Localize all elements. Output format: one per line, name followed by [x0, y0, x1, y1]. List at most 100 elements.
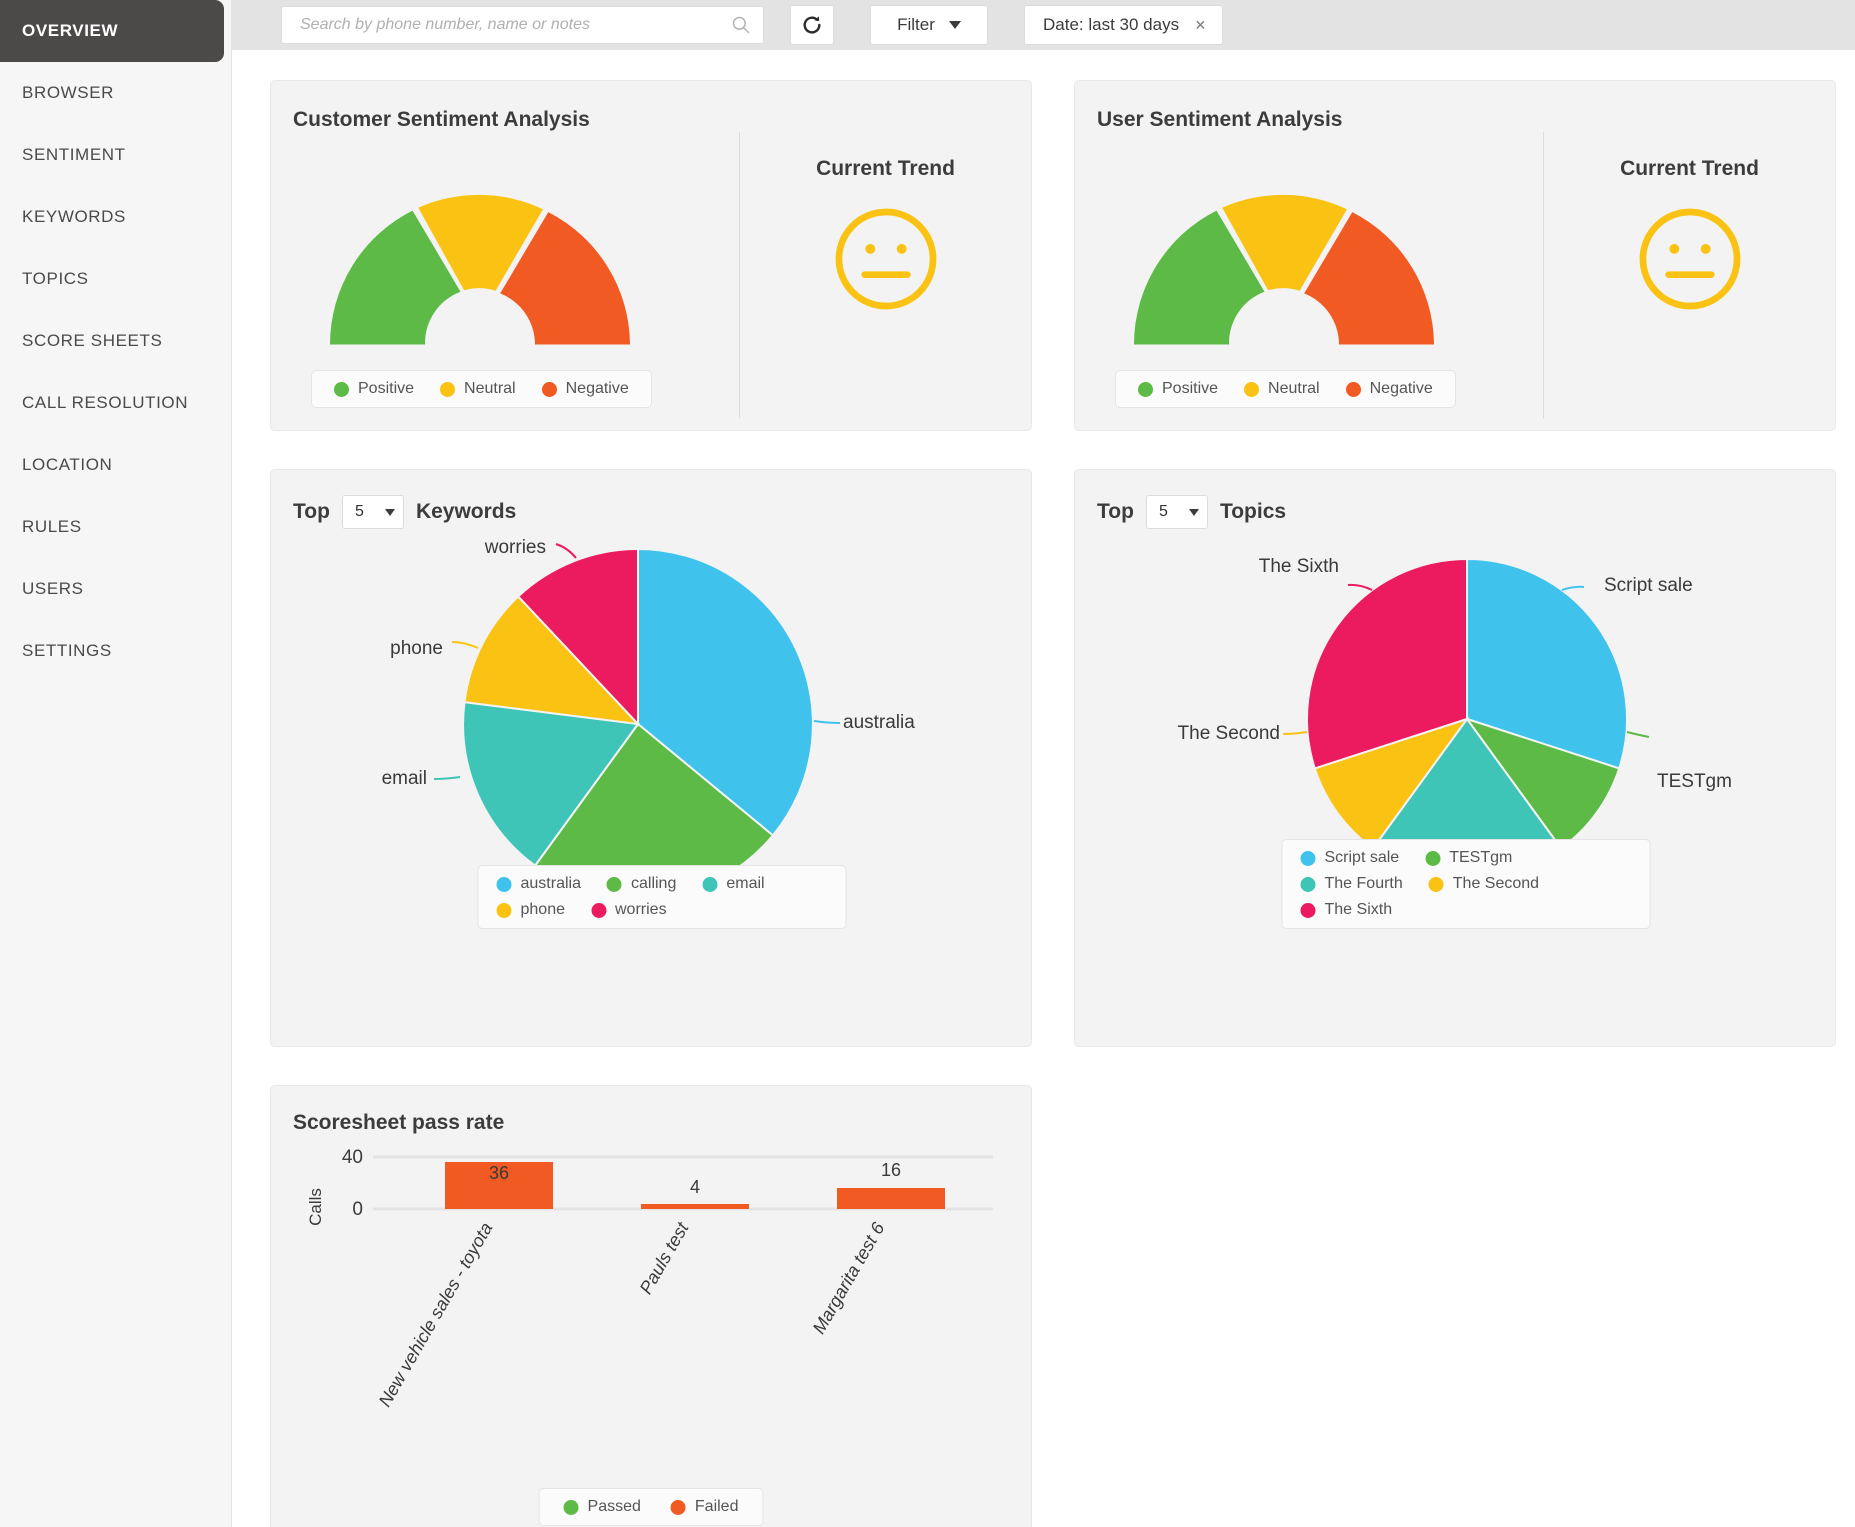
legend-item[interactable]: The Fourth [1301, 875, 1403, 893]
sidebar-item-sentiment[interactable]: SENTIMENT [0, 124, 231, 186]
pie-label-testgm: TESTgm [1657, 771, 1732, 792]
legend-item[interactable]: calling [607, 875, 676, 893]
keywords-top-n-select[interactable]: 5 [342, 495, 404, 529]
top-suffix-label: Topics [1220, 500, 1286, 524]
sidebar-item-label: KEYWORDS [22, 207, 126, 227]
sidebar-item-users[interactable]: USERS [0, 558, 231, 620]
y-axis-label: Calls [306, 1188, 325, 1226]
page-title: Scoresheet pass rate [293, 1111, 1031, 1135]
pie-label-worries: worries [484, 537, 546, 558]
top-keywords-legend: australia calling email phone worries [478, 865, 847, 929]
legend-label: The Fourth [1325, 875, 1403, 893]
sidebar-item-score-sheets[interactable]: SCORE SHEETS [0, 310, 231, 372]
layout-spacer [1074, 1085, 1836, 1527]
legend-item[interactable]: TESTgm [1425, 849, 1512, 867]
legend-item[interactable]: Passed [564, 1498, 641, 1516]
refresh-icon [801, 14, 823, 36]
sidebar-item-browser[interactable]: BROWSER [0, 62, 231, 124]
bar-value-label: 4 [690, 1177, 700, 1197]
search-box[interactable] [281, 6, 764, 44]
refresh-button[interactable] [790, 5, 834, 45]
bar-value-label: 16 [881, 1160, 901, 1180]
legend-item[interactable]: australia [497, 875, 581, 893]
pie-label-email: email [382, 768, 427, 789]
legend-item[interactable]: Neutral [440, 380, 516, 398]
legend-label: Positive [1162, 380, 1218, 398]
top-topics-legend: Script sale TESTgm The Fourth The Second… [1282, 839, 1651, 929]
legend-item[interactable]: Script sale [1301, 849, 1400, 867]
y-tick-0: 0 [352, 1199, 363, 1220]
close-icon[interactable]: × [1195, 16, 1206, 34]
legend-dot-negative [542, 382, 557, 397]
legend-label: The Second [1453, 875, 1539, 893]
topics-top-n-select[interactable]: 5 [1146, 495, 1208, 529]
sidebar-item-keywords[interactable]: KEYWORDS [0, 186, 231, 248]
legend-item[interactable]: Failed [671, 1498, 739, 1516]
sidebar-item-settings[interactable]: SETTINGS [0, 620, 231, 682]
legend-dot-testgm [1425, 851, 1440, 866]
bar-margarita-test-6[interactable] [837, 1188, 945, 1209]
sidebar-item-label: SCORE SHEETS [22, 331, 162, 351]
legend-item[interactable]: Positive [334, 380, 414, 398]
pie-label-script-sale: Script sale [1604, 575, 1693, 596]
sidebar-item-label: OVERVIEW [22, 21, 118, 41]
legend-dot-neutral [1244, 382, 1259, 397]
main-area: Filter Date: last 30 days × Customer Sen… [232, 0, 1855, 1527]
top-keywords-pie-wrap: australia calling email phone worries au… [293, 529, 1031, 949]
sidebar-item-overview[interactable]: OVERVIEW [0, 0, 224, 62]
trend-title: Current Trend [1620, 157, 1759, 181]
pie-label-phone: phone [390, 638, 443, 659]
legend-item[interactable]: email [702, 875, 764, 893]
y-tick-40: 40 [342, 1147, 363, 1168]
toolbar: Filter Date: last 30 days × [232, 0, 1855, 50]
gauge-chart [315, 172, 645, 352]
topics-top-n-value: 5 [1159, 503, 1168, 521]
legend-label: email [726, 875, 764, 893]
pie-label-australia: australia [843, 712, 915, 733]
sidebar-item-label: SETTINGS [22, 641, 112, 661]
legend-label: The Sixth [1325, 901, 1393, 919]
sidebar-item-label: BROWSER [22, 83, 114, 103]
sidebar-item-call-resolution[interactable]: CALL RESOLUTION [0, 372, 231, 434]
legend-dot-positive [1138, 382, 1153, 397]
customer-sentiment-legend: Positive Neutral Negative [311, 370, 652, 408]
legend-label: Passed [588, 1498, 641, 1516]
legend-label: australia [521, 875, 581, 893]
legend-dot-phone [497, 903, 512, 918]
date-filter-chip[interactable]: Date: last 30 days × [1024, 5, 1223, 45]
x-tick-new-vehicle-sales-toyota: New vehicle sales - toyota [375, 1219, 497, 1410]
legend-item[interactable]: Neutral [1244, 380, 1320, 398]
legend-label: calling [631, 875, 676, 893]
top-topics-pie-wrap: Script sale TESTgm The Fourth The Second… [1097, 529, 1835, 949]
legend-dot-email [702, 877, 717, 892]
sidebar-item-label: CALL RESOLUTION [22, 393, 188, 413]
scoresheet-pass-rate-card: Scoresheet pass rate Calls 40 0 36 4 [270, 1085, 1032, 1527]
date-filter-label: Date: last 30 days [1043, 15, 1179, 35]
top-keywords-header: Top 5 Keywords [293, 495, 1031, 529]
sidebar-item-rules[interactable]: RULES [0, 496, 231, 558]
top-keywords-card: Top 5 Keywords [270, 469, 1032, 1047]
legend-item[interactable]: phone [497, 901, 566, 919]
legend-item[interactable]: worries [591, 901, 667, 919]
bar-pauls-test[interactable] [641, 1204, 749, 1209]
page-title: User Sentiment Analysis [1097, 108, 1835, 132]
bar-value-label: 36 [489, 1163, 509, 1183]
trend-title: Current Trend [816, 157, 955, 181]
legend-dot-neutral [440, 382, 455, 397]
legend-item[interactable]: The Sixth [1301, 901, 1393, 919]
legend-label: Negative [1370, 380, 1433, 398]
sidebar-item-location[interactable]: LOCATION [0, 434, 231, 496]
legend-item[interactable]: Negative [542, 380, 629, 398]
filter-dropdown[interactable]: Filter [870, 5, 988, 45]
legend-label: Negative [566, 380, 629, 398]
legend-dot-positive [334, 382, 349, 397]
top-prefix-label: Top [293, 500, 330, 524]
x-tick-margarita-test-6: Margarita test 6 [809, 1218, 889, 1337]
x-tick-pauls-test: Pauls test [636, 1218, 693, 1297]
legend-item[interactable]: Negative [1346, 380, 1433, 398]
neutral-face-icon [1634, 203, 1746, 315]
sidebar-item-topics[interactable]: TOPICS [0, 248, 231, 310]
search-input[interactable] [300, 16, 731, 34]
legend-item[interactable]: The Second [1429, 875, 1539, 893]
legend-item[interactable]: Positive [1138, 380, 1218, 398]
